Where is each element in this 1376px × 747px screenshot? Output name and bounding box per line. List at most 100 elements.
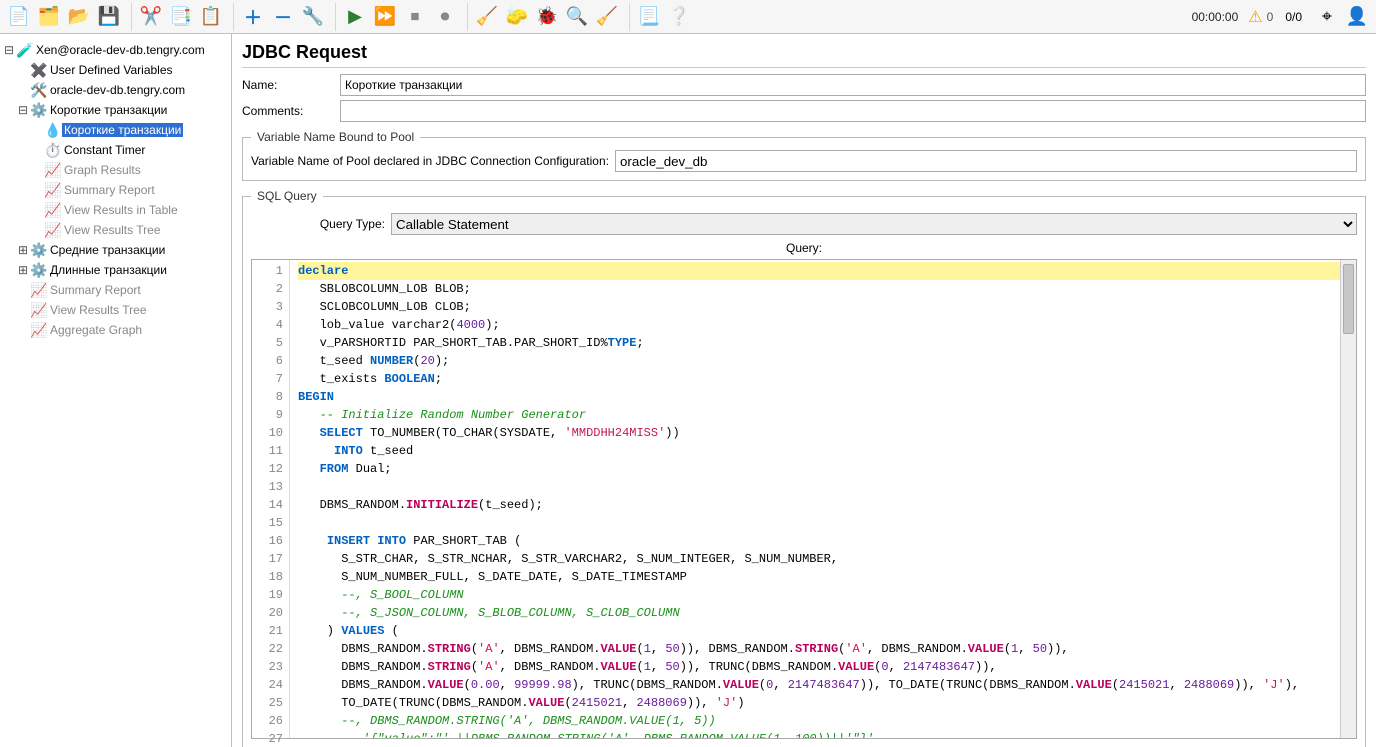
tree-node[interactable]: 📈Aggregate Graph	[0, 320, 231, 340]
expand-toggle[interactable]: ⊟	[16, 103, 30, 117]
tree-node-label: oracle-dev-db.tengry.com	[48, 83, 185, 97]
comments-input[interactable]	[340, 100, 1366, 122]
name-input[interactable]	[340, 74, 1366, 96]
shutdown-button[interactable]: ⏺	[430, 2, 460, 32]
cut-button[interactable]: ✂️	[136, 2, 166, 32]
graph-icon: 📈	[44, 182, 62, 199]
clear-button[interactable]: 🧽	[502, 2, 532, 32]
tree-node[interactable]: ⏱️Constant Timer	[0, 140, 231, 160]
tree-node-label: View Results Tree	[62, 223, 161, 237]
toolbar: 📄 🗂️ 📂 💾 ✂️ 📑 📋 ＋ － 🔧 ▶ ⏩ ⏹ ⏺ 🧹 🧽 🐞 🔍 🧹 …	[0, 0, 1376, 34]
tree-node[interactable]: ⊟🧪Xen@oracle-dev-db.tengry.com	[0, 40, 231, 60]
thread-icon: ⚙️	[30, 102, 48, 119]
graph-icon: 📈	[44, 202, 62, 219]
search-button[interactable]: 🔍	[562, 2, 592, 32]
graph-icon: 📈	[30, 322, 48, 339]
tree-node[interactable]: 📈View Results Tree	[0, 220, 231, 240]
paste-button[interactable]: 📋	[196, 2, 226, 32]
tree-node[interactable]: 📈Summary Report	[0, 280, 231, 300]
variable-pool-fieldset: Variable Name Bound to Pool Variable Nam…	[242, 130, 1366, 181]
sql-query-fieldset: SQL Query Query Type: Callable Statement…	[242, 189, 1366, 747]
name-label: Name:	[242, 78, 340, 92]
vertical-scrollbar[interactable]	[1340, 260, 1356, 738]
broom-button[interactable]: 🧹	[592, 2, 622, 32]
tree-node-label: Xen@oracle-dev-db.tengry.com	[34, 43, 205, 57]
toolbar-separator	[330, 3, 336, 31]
start-no-pauses-button[interactable]: ⏩	[370, 2, 400, 32]
tree-node-label: Constant Timer	[62, 143, 145, 157]
graph-icon: 📈	[44, 222, 62, 239]
sampler-icon: 💧	[44, 122, 62, 139]
gear-icon: 🛠️	[30, 82, 48, 99]
thread-icon: ⚙️	[30, 262, 48, 279]
toolbar-separator	[228, 3, 234, 31]
tree-node-label: Summary Report	[62, 183, 155, 197]
tree-node-label: Summary Report	[48, 283, 141, 297]
warning-indicator[interactable]: ⚠ 0	[1248, 7, 1273, 27]
pool-name-label: Variable Name of Pool declared in JDBC C…	[251, 154, 615, 168]
query-type-select[interactable]: Callable Statement	[391, 213, 1357, 235]
line-gutter: 1234567891011121314151617181920212223242…	[252, 260, 290, 738]
tree-node[interactable]: ⊞⚙️Длинные транзакции	[0, 260, 231, 280]
start-button[interactable]: ▶	[340, 2, 370, 32]
toolbar-separator	[462, 3, 468, 31]
tree-node-label: Короткие транзакции	[62, 123, 183, 137]
toolbar-separator	[126, 3, 132, 31]
expand-toggle[interactable]: ⊞	[16, 243, 30, 257]
tree-node[interactable]: ⊞⚙️Средние транзакции	[0, 240, 231, 260]
expand-toggle[interactable]: ⊞	[16, 263, 30, 277]
code-area[interactable]: declare SBLOBCOLUMN_LOB BLOB; SCLOBCOLUM…	[290, 260, 1340, 738]
vars-icon: ✖️	[30, 62, 48, 79]
open-button[interactable]: 📂	[64, 2, 94, 32]
tree-node[interactable]: 📈Summary Report	[0, 180, 231, 200]
tree-node-label: Короткие транзакции	[48, 103, 167, 117]
editor-title: JDBC Request	[242, 42, 1366, 68]
clear-all-button[interactable]: 🧹	[472, 2, 502, 32]
elapsed-time: 00:00:00	[1192, 10, 1239, 24]
tree-node[interactable]: 🛠️oracle-dev-db.tengry.com	[0, 80, 231, 100]
options-button[interactable]: 📃	[634, 2, 664, 32]
tree-node[interactable]: 📈View Results in Table	[0, 200, 231, 220]
query-label: Query:	[251, 239, 1357, 259]
sql-query-legend: SQL Query	[251, 189, 323, 203]
element-editor: JDBC Request Name: Comments: Variable Na…	[232, 34, 1376, 747]
warning-count: 0	[1267, 10, 1274, 24]
tree-node[interactable]: 📈Graph Results	[0, 160, 231, 180]
thread-icon: ⚙️	[30, 242, 48, 259]
tree-node-label: Средние транзакции	[48, 243, 165, 257]
variable-pool-legend: Variable Name Bound to Pool	[251, 130, 420, 144]
graph-icon: 📈	[44, 162, 62, 179]
tree-node-label: User Defined Variables	[48, 63, 173, 77]
tree-node-label: Aggregate Graph	[48, 323, 142, 337]
user-button[interactable]: 👤	[1342, 2, 1372, 32]
copy-button[interactable]: 📑	[166, 2, 196, 32]
test-plan-tree[interactable]: ⊟🧪Xen@oracle-dev-db.tengry.com✖️User Def…	[0, 34, 232, 747]
timer-icon: ⏱️	[44, 142, 62, 159]
sql-editor[interactable]: 1234567891011121314151617181920212223242…	[251, 259, 1357, 739]
tree-node-label: View Results in Table	[62, 203, 178, 217]
warning-icon: ⚠	[1248, 7, 1262, 27]
help-button[interactable]: ❔	[664, 2, 694, 32]
tree-node-label: Graph Results	[62, 163, 141, 177]
tree-node-label: View Results Tree	[48, 303, 147, 317]
tree-node[interactable]: ✖️User Defined Variables	[0, 60, 231, 80]
graph-icon: 📈	[30, 302, 48, 319]
minus-button[interactable]: －	[268, 2, 298, 32]
expand-toggle[interactable]: ⊟	[2, 43, 16, 57]
scrollbar-thumb[interactable]	[1343, 264, 1354, 334]
stop-button[interactable]: ⏹	[400, 2, 430, 32]
new-file-button[interactable]: 📄	[4, 2, 34, 32]
graph-icon: 📈	[30, 282, 48, 299]
plus-button[interactable]: ＋	[238, 2, 268, 32]
pool-name-input[interactable]	[615, 150, 1357, 172]
tree-node[interactable]: ⊟⚙️Короткие транзакции	[0, 100, 231, 120]
gear-button[interactable]: 🔧	[298, 2, 328, 32]
tree-node-label: Длинные транзакции	[48, 263, 167, 277]
expand-button[interactable]: ⌖	[1312, 2, 1342, 32]
thread-count: 0/0	[1285, 10, 1302, 24]
tree-node[interactable]: 💧Короткие транзакции	[0, 120, 231, 140]
templates-button[interactable]: 🗂️	[34, 2, 64, 32]
tree-node[interactable]: 📈View Results Tree	[0, 300, 231, 320]
bug-button[interactable]: 🐞	[532, 2, 562, 32]
save-button[interactable]: 💾	[94, 2, 124, 32]
